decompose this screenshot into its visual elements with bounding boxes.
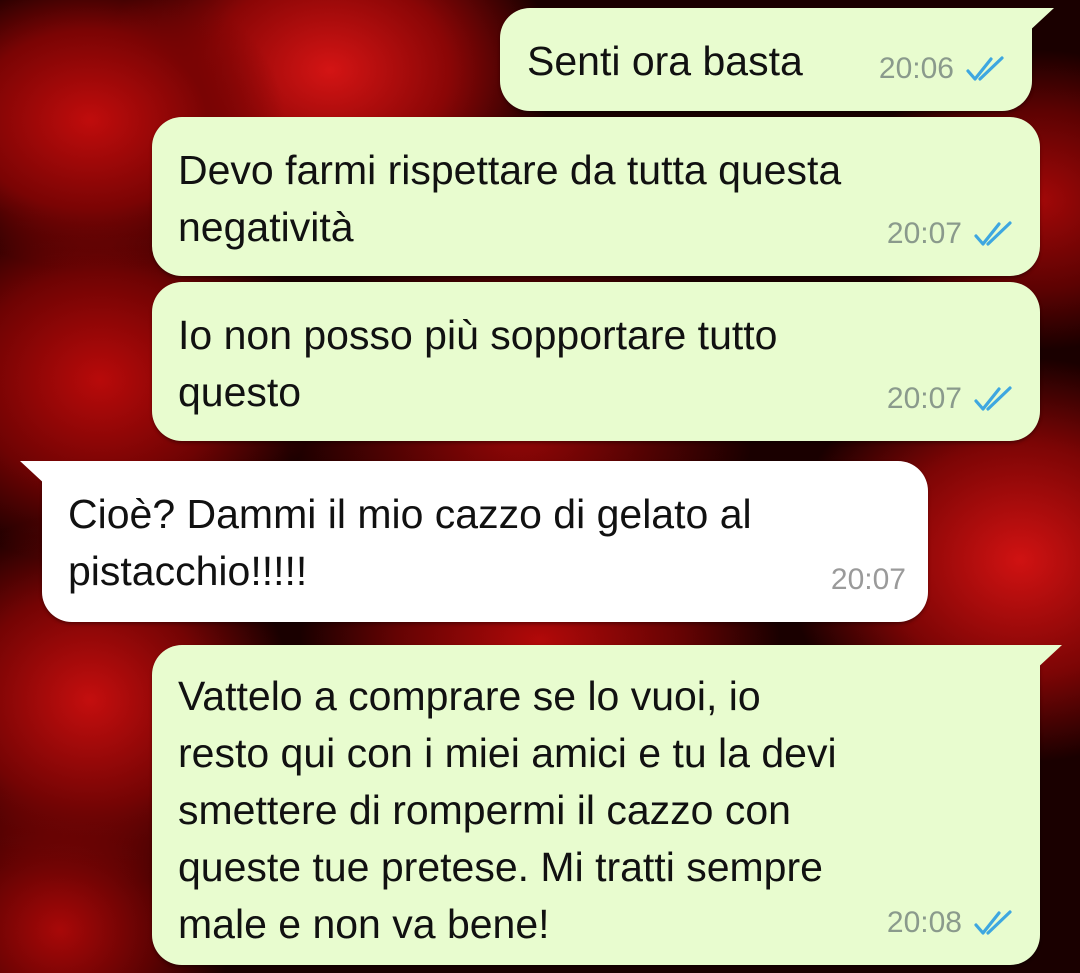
message-meta: 20:08: [887, 894, 1018, 951]
message-meta: 20:07: [887, 205, 1018, 262]
message-bubble-outgoing[interactable]: Vattelo a comprare se lo vuoi, io resto …: [152, 645, 1062, 965]
message-time: 20:07: [886, 382, 962, 415]
message-meta: 20:06: [879, 40, 1010, 97]
message-meta: 20:07: [887, 370, 1018, 427]
chat-conversation[interactable]: Senti ora basta 20:06 Devo farmi rispett…: [0, 0, 1080, 973]
double-check-read-icon: [974, 909, 1012, 935]
message-bubble-outgoing[interactable]: Senti ora basta 20:06: [500, 8, 1054, 111]
message-bubble-outgoing[interactable]: Io non posso più sopportare tutto questo…: [152, 282, 1040, 441]
double-check-read-icon: [974, 220, 1012, 246]
double-check-read-icon: [966, 55, 1004, 81]
message-time: 20:07: [886, 217, 962, 250]
message-time: 20:08: [886, 906, 962, 939]
message-bubble-incoming[interactable]: Cioè? Dammi il mio cazzo di gelato al pi…: [20, 461, 928, 622]
message-time: 20:07: [830, 563, 906, 596]
message-text: Cioè? Dammi il mio cazzo di gelato al pi…: [68, 491, 752, 594]
double-check-read-icon: [974, 385, 1012, 411]
message-time: 20:06: [878, 52, 954, 85]
message-bubble-outgoing[interactable]: Devo farmi rispettare da tutta questa ne…: [152, 117, 1040, 276]
message-meta: 20:07: [831, 551, 906, 608]
